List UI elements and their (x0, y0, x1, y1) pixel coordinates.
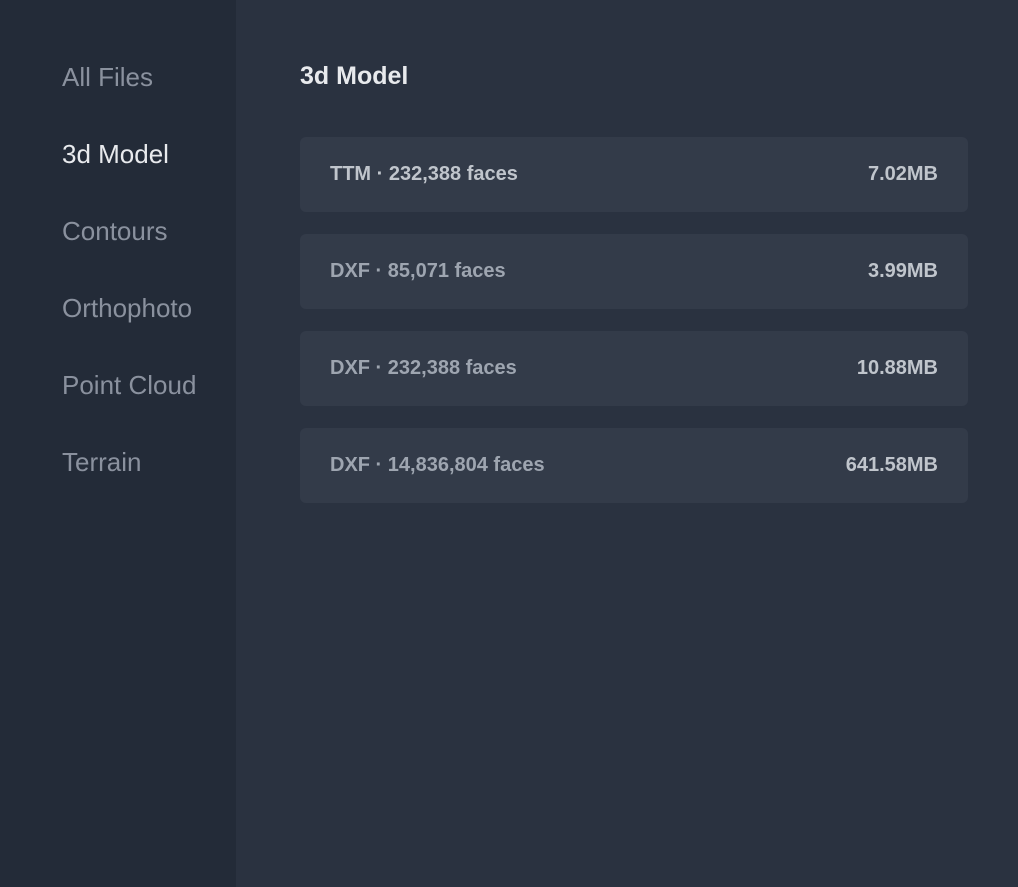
sidebar-item-orthophoto[interactable]: Orthophoto (62, 291, 206, 326)
file-size: 7.02MB (868, 163, 938, 186)
file-size: 10.88MB (857, 357, 938, 380)
file-row[interactable]: TTM · 232,388 faces 7.02MB (300, 137, 968, 212)
sidebar-item-point-cloud[interactable]: Point Cloud (62, 368, 206, 403)
app-container: All Files 3d Model Contours Orthophoto P… (0, 0, 1018, 887)
sidebar-item-contours[interactable]: Contours (62, 214, 206, 249)
file-label: DXF · 85,071 faces (330, 260, 506, 283)
page-title: 3d Model (300, 62, 968, 91)
file-row[interactable]: DXF · 14,836,804 faces 641.58MB (300, 428, 968, 503)
sidebar-item-label: Contours (62, 216, 168, 246)
sidebar: All Files 3d Model Contours Orthophoto P… (0, 0, 236, 887)
file-row[interactable]: DXF · 85,071 faces 3.99MB (300, 234, 968, 309)
sidebar-item-label: All Files (62, 62, 153, 92)
main-content: 3d Model TTM · 232,388 faces 7.02MB DXF … (236, 0, 1018, 887)
file-list: TTM · 232,388 faces 7.02MB DXF · 85,071 … (300, 137, 968, 503)
sidebar-item-label: Terrain (62, 447, 141, 477)
sidebar-item-label: Orthophoto (62, 293, 192, 323)
file-size: 641.58MB (846, 454, 938, 477)
file-label: DXF · 232,388 faces (330, 357, 517, 380)
file-size: 3.99MB (868, 260, 938, 283)
sidebar-item-all-files[interactable]: All Files (62, 60, 206, 95)
file-label: DXF · 14,836,804 faces (330, 454, 545, 477)
sidebar-item-label: Point Cloud (62, 370, 196, 400)
file-row[interactable]: DXF · 232,388 faces 10.88MB (300, 331, 968, 406)
sidebar-item-3d-model[interactable]: 3d Model (62, 137, 206, 172)
file-label: TTM · 232,388 faces (330, 163, 518, 186)
sidebar-item-label: 3d Model (62, 139, 169, 169)
sidebar-item-terrain[interactable]: Terrain (62, 445, 206, 480)
